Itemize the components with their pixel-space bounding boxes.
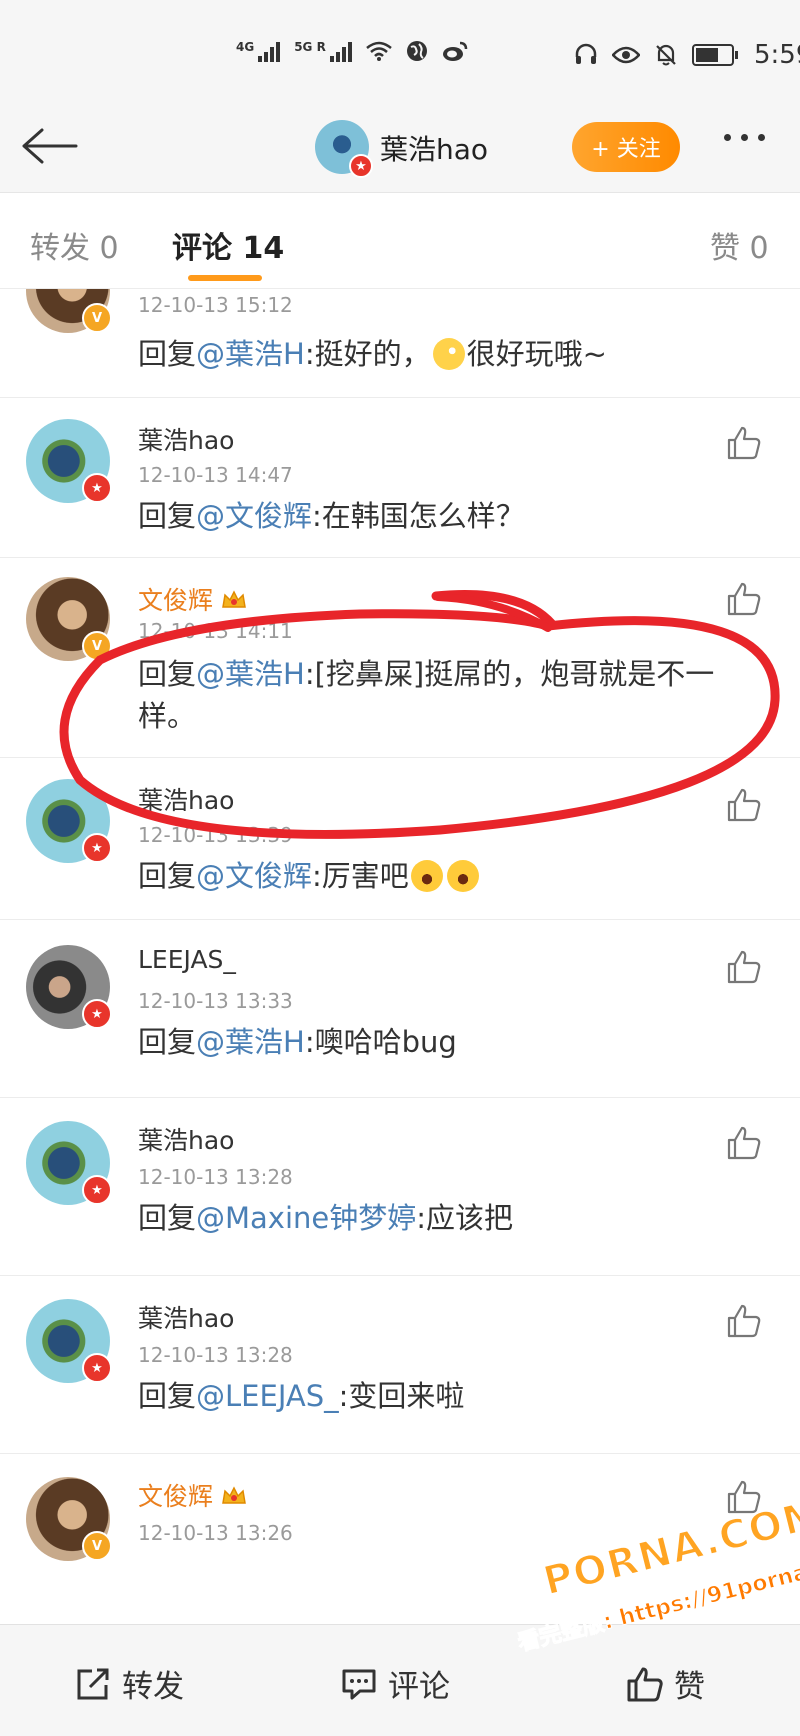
comment-item: ★ 葉浩hao 12-10-13 13:39 回复@文俊辉:厉害吧: [0, 757, 800, 920]
verified-badge-icon: ★: [82, 999, 112, 1029]
mute-bell-icon: [656, 44, 676, 66]
verified-badge-icon: ★: [82, 833, 112, 863]
comment-text: 回复@Maxine钟梦婷:应该把: [138, 1201, 514, 1235]
battery-icon: [692, 44, 738, 66]
commenter-name[interactable]: 葉浩hao: [138, 1121, 234, 1157]
comment-timestamp: 12-10-13 13:28: [138, 1165, 293, 1189]
commenter-name[interactable]: 葉浩hao: [138, 781, 234, 817]
author-avatar[interactable]: ★: [315, 120, 373, 178]
commenter-avatar[interactable]: V: [26, 577, 112, 661]
vip-crown-icon: [222, 590, 246, 608]
thumbs-up-icon[interactable]: [726, 1125, 762, 1161]
back-arrow-icon[interactable]: [20, 126, 80, 166]
vip-crown-icon: [222, 1486, 246, 1504]
comment-item: ★ 葉浩hao 12-10-13 13:28 回复@Maxine钟梦婷:应该把: [0, 1097, 800, 1276]
mention-link[interactable]: @葉浩H: [196, 1025, 305, 1059]
comment-button[interactable]: 评论: [340, 1661, 450, 1706]
commenter-avatar[interactable]: V: [26, 289, 112, 333]
comment-timestamp: 12-10-13 13:26: [138, 1521, 293, 1545]
comment-timestamp: 12-10-13 14:11: [138, 619, 293, 643]
share-icon: [77, 1668, 109, 1699]
thumbs-up-icon[interactable]: [726, 1303, 762, 1339]
thumbs-up-icon[interactable]: [726, 949, 762, 985]
comment-item: ★ 葉浩hao 12-10-13 13:28 回复@LEEJAS_:变回来啦: [0, 1275, 800, 1454]
comment-item: ★ LEEJAS_ 12-10-13 13:33 回复@葉浩H:噢哈哈bug: [0, 919, 800, 1098]
comment-timestamp: 12-10-13 15:12: [138, 293, 293, 317]
wifi-icon: [366, 41, 392, 61]
thumbs-up-icon[interactable]: [726, 425, 762, 461]
verified-badge-icon: ★: [82, 1175, 112, 1205]
verified-badge-icon: V: [82, 303, 112, 333]
active-tab-indicator: [188, 275, 262, 281]
comment-item: V 12-10-13 15:12 回复@葉浩H:挺好的， 很好玩哦~: [0, 289, 800, 398]
tab-likes[interactable]: 赞 0: [710, 223, 769, 267]
comment-text: 回复@葉浩H:挺好的， 很好玩哦~: [138, 337, 607, 371]
mention-link[interactable]: @葉浩H: [196, 337, 305, 371]
thumbs-up-icon[interactable]: [726, 581, 762, 617]
verified-badge-icon: V: [82, 1531, 112, 1561]
comment-text: 回复@葉浩H:噢哈哈bug: [138, 1025, 457, 1059]
signal-5g-icon: 5G R: [294, 40, 352, 62]
headset-icon: [575, 43, 597, 64]
laughing-emoji-icon: [446, 860, 479, 892]
comment-item: V 文俊辉 12-10-13 13:26: [0, 1453, 800, 1624]
comment-timestamp: 12-10-13 13:39: [138, 823, 293, 847]
comment-list[interactable]: V 12-10-13 15:12 回复@葉浩H:挺好的， 很好玩哦~ ★ 葉浩ha…: [0, 289, 800, 1624]
tab-comments[interactable]: 评论 14: [172, 223, 284, 267]
emoji-icon: [432, 338, 465, 370]
signal-4g-icon: 4G: [236, 40, 281, 62]
thumbs-up-icon[interactable]: [726, 787, 762, 823]
status-time: 5:59: [754, 40, 800, 70]
comment-bubble-icon: [342, 1669, 376, 1699]
bottom-action-bar: 转发 评论 赞: [0, 1624, 800, 1736]
commenter-avatar[interactable]: ★: [26, 419, 112, 503]
comment-tabs: 转发 0 评论 14 赞 0: [0, 193, 800, 289]
comment-item: V 文俊辉 12-10-13 14:11 回复@葉浩H:[挖鼻屎]挺屌的，炮哥就…: [0, 557, 800, 758]
comment-text: 回复@LEEJAS_:变回来啦: [138, 1379, 465, 1413]
commenter-avatar[interactable]: V: [26, 1477, 112, 1561]
commenter-name[interactable]: 文俊辉: [138, 581, 247, 617]
mention-link[interactable]: @LEEJAS_: [196, 1379, 339, 1413]
verified-badge-icon: V: [82, 631, 112, 661]
verified-badge-icon: ★: [82, 473, 112, 503]
eye-icon: [612, 46, 640, 64]
mention-link[interactable]: @文俊辉: [196, 499, 312, 533]
commenter-avatar[interactable]: ★: [26, 1299, 112, 1383]
follow-button[interactable]: + 关注: [572, 122, 680, 172]
comment-text: 回复@葉浩H:[挖鼻屎]挺屌的，炮哥就是不一样。: [138, 657, 715, 733]
author-username[interactable]: 葉浩hao: [380, 128, 488, 168]
verified-badge-icon: ★: [349, 154, 373, 178]
comment-timestamp: 12-10-13 13:28: [138, 1343, 293, 1367]
like-button[interactable]: 赞: [626, 1661, 705, 1706]
commenter-name[interactable]: 文俊辉: [138, 1477, 247, 1513]
mention-link[interactable]: @文俊辉: [196, 859, 312, 893]
verified-badge-icon: ★: [82, 1353, 112, 1383]
laughing-emoji-icon: [410, 860, 443, 892]
top-nav-bar: ★ 葉浩hao + 关注: [0, 100, 800, 193]
status-left-icons: 4G 5G R: [236, 40, 468, 62]
comment-timestamp: 12-10-13 13:33: [138, 989, 293, 1013]
commenter-avatar[interactable]: ★: [26, 945, 112, 1029]
comment-text: 回复@文俊辉:在韩国怎么样？: [138, 499, 525, 533]
comment-text: 回复@文俊辉:厉害吧: [138, 855, 758, 897]
commenter-name[interactable]: 葉浩hao: [138, 421, 234, 457]
status-right-icons: 5:59: [574, 40, 800, 70]
mention-link[interactable]: @葉浩H: [196, 657, 305, 691]
thumbs-up-icon[interactable]: [726, 1479, 762, 1515]
repost-button[interactable]: 转发: [74, 1661, 184, 1706]
commenter-avatar[interactable]: ★: [26, 1121, 112, 1205]
commenter-name[interactable]: 葉浩hao: [138, 1299, 234, 1335]
thumbs-up-icon: [627, 1667, 663, 1701]
status-bar: 4G 5G R 5:5: [0, 0, 800, 100]
comment-timestamp: 12-10-13 14:47: [138, 463, 293, 487]
more-options-icon[interactable]: [724, 134, 765, 141]
globe-icon: [406, 41, 427, 61]
commenter-avatar[interactable]: ★: [26, 779, 112, 863]
comment-item: ★ 葉浩hao 12-10-13 14:47 回复@文俊辉:在韩国怎么样？: [0, 397, 800, 558]
tab-repost[interactable]: 转发 0: [30, 223, 119, 267]
weibo-icon: [442, 41, 468, 61]
mention-link[interactable]: @Maxine钟梦婷: [196, 1201, 416, 1235]
commenter-name[interactable]: LEEJAS_: [138, 945, 236, 974]
